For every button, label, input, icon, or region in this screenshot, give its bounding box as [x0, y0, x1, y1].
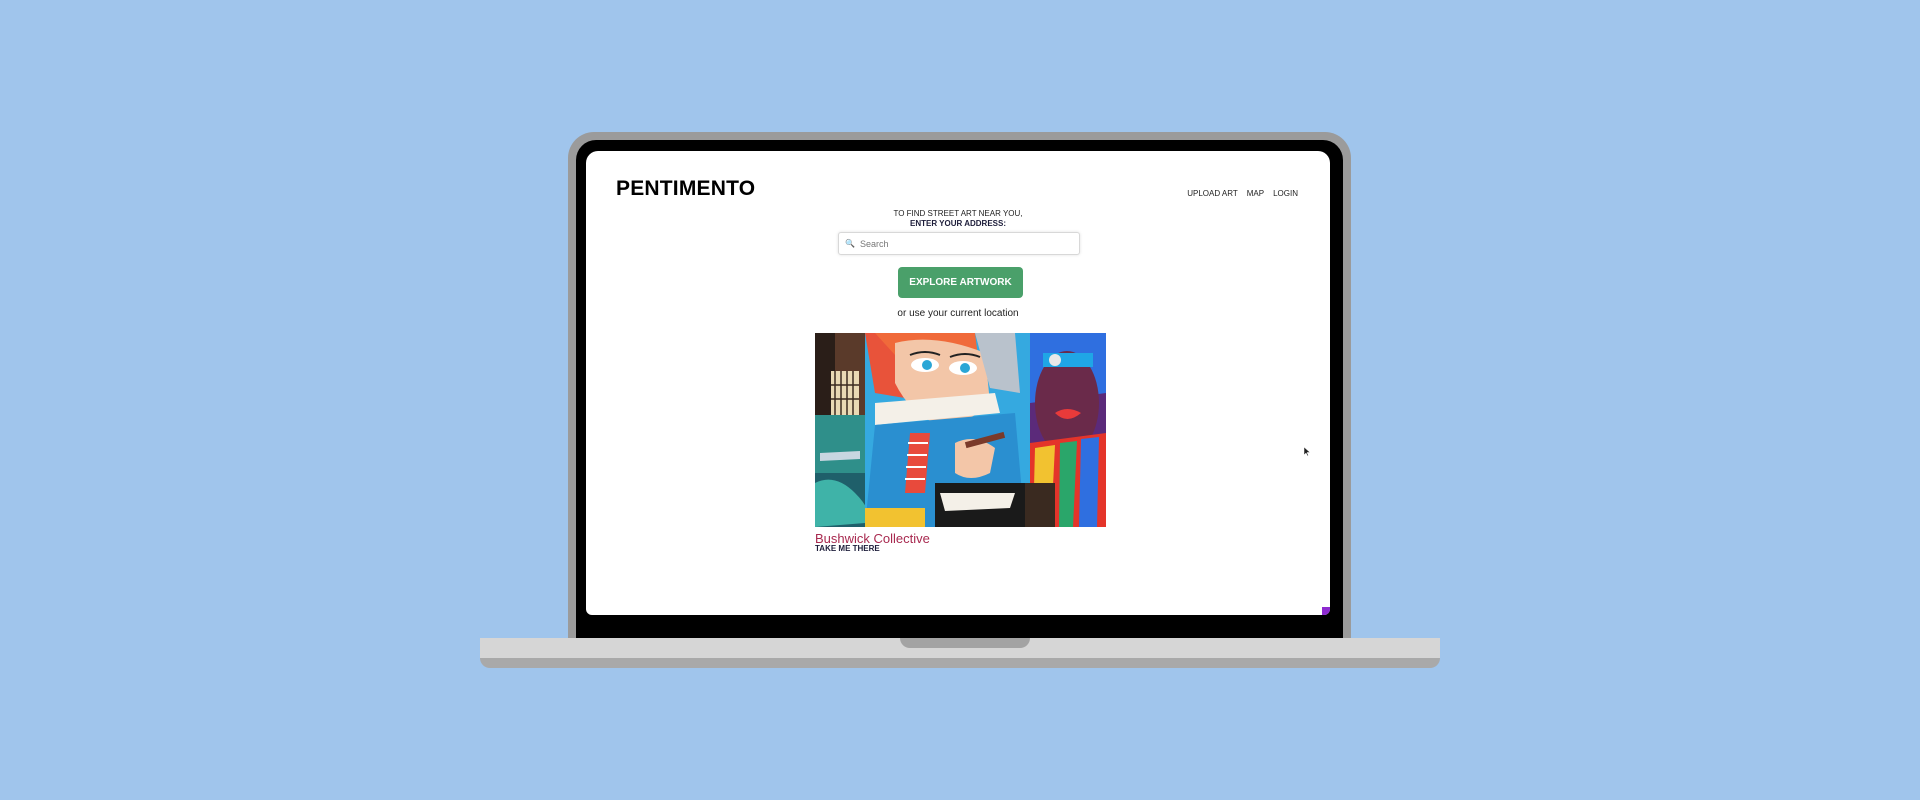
nav-upload-art[interactable]: UPLOAD ART: [1187, 189, 1238, 198]
laptop-mockup-scene: PENTIMENTO UPLOAD ART MAP LOGIN TO FIND …: [0, 0, 1920, 800]
laptop-screen: PENTIMENTO UPLOAD ART MAP LOGIN TO FIND …: [586, 151, 1330, 615]
nav-map[interactable]: MAP: [1247, 189, 1264, 198]
take-me-there-link[interactable]: TAKE ME THERE: [815, 544, 880, 553]
search-box[interactable]: 🔍: [838, 232, 1080, 255]
prompt-line-2: ENTER YOUR ADDRESS:: [909, 219, 1006, 228]
laptop-base-bottom: [480, 658, 1440, 668]
explore-artwork-button[interactable]: EXPLORE ARTWORK: [898, 267, 1023, 298]
nav-login[interactable]: LOGIN: [1273, 189, 1298, 198]
mouse-cursor-icon: [1304, 447, 1310, 456]
prompt-line-1: TO FIND STREET ART NEAR YOU,: [893, 209, 1023, 218]
featured-artwork-image[interactable]: [815, 333, 1106, 527]
search-input[interactable]: [859, 238, 1060, 249]
search-icon: 🔍: [845, 239, 855, 248]
screen-corner-accent: [1322, 607, 1330, 615]
address-prompt: TO FIND STREET ART NEAR YOU, ENTER YOUR …: [586, 209, 1330, 229]
laptop-hinge-notch: [900, 638, 1030, 648]
site-logo[interactable]: PENTIMENTO: [616, 177, 755, 201]
use-current-location-link[interactable]: or use your current location: [586, 308, 1330, 319]
top-nav: UPLOAD ART MAP LOGIN: [1187, 189, 1298, 198]
